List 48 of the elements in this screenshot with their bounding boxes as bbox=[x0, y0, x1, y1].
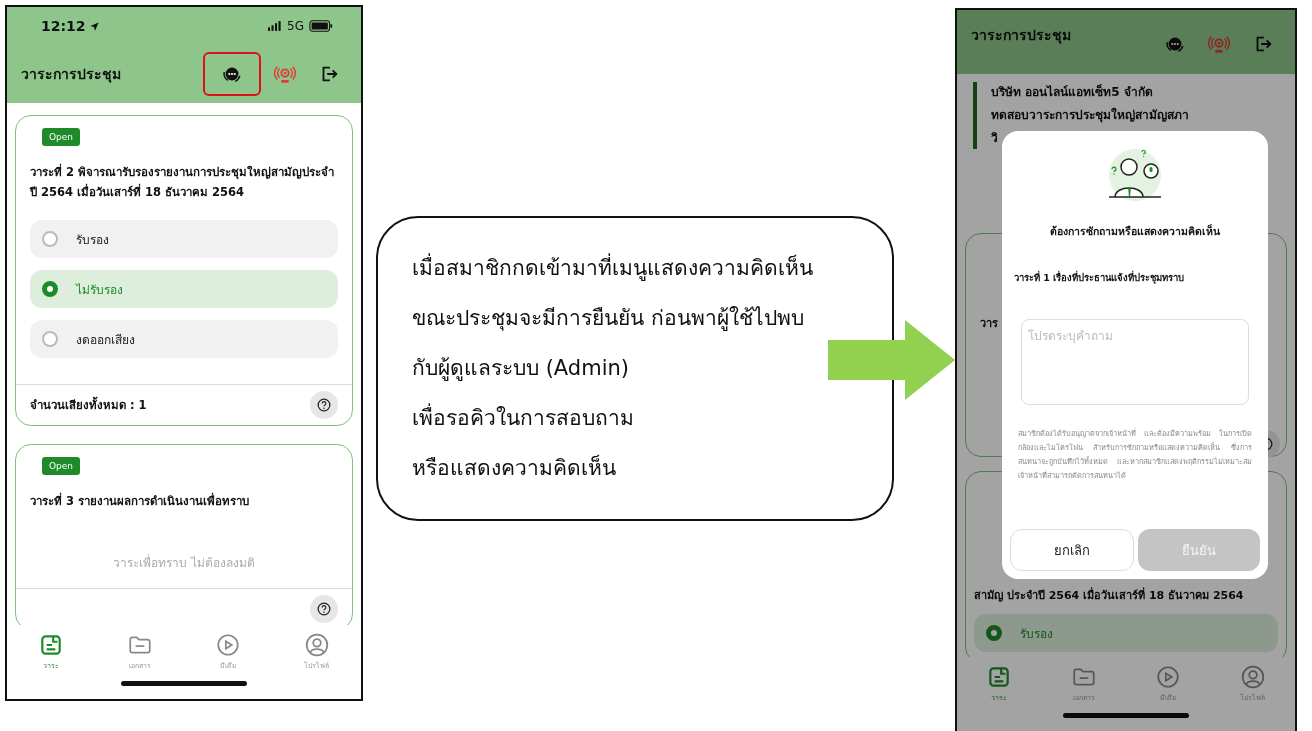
vote-option[interactable]: รับรอง bbox=[974, 614, 1278, 652]
option-label: รับรอง bbox=[76, 231, 109, 249]
highlighted-chat-button[interactable] bbox=[203, 52, 261, 96]
network-label: 5G bbox=[287, 19, 304, 33]
status-badge: Open bbox=[42, 128, 81, 146]
radio-button[interactable] bbox=[986, 625, 1002, 641]
cancel-button[interactable]: ยกเลิก bbox=[1010, 529, 1134, 571]
battery-icon bbox=[309, 20, 333, 32]
screen-title: วาระการประชุม bbox=[971, 26, 1071, 46]
agenda-title: วาร bbox=[980, 316, 998, 332]
option-label: รับรอง bbox=[1020, 625, 1053, 643]
screen-title: วาระการประชุม bbox=[21, 65, 121, 85]
agenda-note: วาระเพื่อทราบ ไม่ต้องลงมติ bbox=[112, 553, 256, 572]
help-button[interactable] bbox=[310, 595, 338, 623]
callout-text: ขณะประชุมจะมีการยืนยัน ก่อนพาผู้ใช้ไปพบ bbox=[412, 305, 805, 333]
vote-option[interactable]: ไม่รับรอง bbox=[30, 270, 338, 308]
user-avatar-icon bbox=[1239, 663, 1266, 690]
signal-icon bbox=[268, 21, 283, 31]
dialog-title: ต้องการซักถามหรือแสดงความคิดเห็น bbox=[1050, 223, 1220, 239]
help-button[interactable] bbox=[310, 391, 338, 419]
agenda-title: วาระที่ 2 พิจารณารับรองรายงานการประชุมใหญ่สามัญประจำปี 2564 เมื่อวันเสาร์ที่ 18 ธันวาคม 2564 bbox=[30, 162, 335, 201]
option-label: ไม่รับรอง bbox=[76, 281, 123, 299]
status-badge: Open bbox=[42, 457, 81, 475]
user-avatar-icon bbox=[303, 631, 330, 658]
company-text: ทดสอบวาระการประชุมใหญ่สามัญสภา bbox=[991, 106, 1190, 125]
vote-option[interactable]: งดออกเสียง bbox=[30, 320, 338, 358]
play-circle-icon bbox=[1155, 663, 1182, 690]
agenda-title: วาระที่ 3 รายงานผลการดำเนินงานเพื่อทราบ bbox=[30, 491, 250, 510]
agenda-title: วาระที่ 1 เรื่องที่ประธานแจ้งที่ประชุมทราบ bbox=[1014, 270, 1185, 285]
callout-text: เพื่อรอคิวในการสอบถาม bbox=[412, 398, 892, 438]
company-text: บริษัท ออนไลน์แอทเซ็ท5 จำกัด bbox=[991, 83, 1154, 101]
company-text: วิ bbox=[991, 130, 999, 147]
agenda-title: สามัญ ประจำปี 2564 เมื่อวันเสาร์ที่ 18 ธันวาคม 2564 bbox=[974, 586, 1245, 604]
play-circle-icon bbox=[215, 631, 242, 658]
option-label: งดออกเสียง bbox=[76, 331, 135, 349]
right-arrow-icon bbox=[828, 320, 955, 400]
callout-text: เมื่อสมาชิกกดเข้ามาที่เมนูแสดงความคิดเห็น bbox=[412, 248, 892, 288]
live-broadcast-icon bbox=[1208, 33, 1230, 55]
radio-button[interactable] bbox=[42, 281, 58, 297]
radio-button[interactable] bbox=[42, 331, 58, 347]
vote-option[interactable]: รับรอง bbox=[30, 220, 338, 258]
callout-text: กับผู้ดูแลระบบ (Admin) bbox=[412, 355, 630, 383]
clock-time: 12:12 bbox=[41, 18, 86, 34]
vote-total: จำนวนเสียงทั้งหมด : 1 bbox=[30, 396, 147, 414]
live-broadcast-icon bbox=[274, 63, 296, 85]
callout-text: หรือแสดงความคิดเห็น bbox=[412, 453, 617, 482]
question-input[interactable]: โปรดระบุคำถาม bbox=[1021, 319, 1249, 405]
radio-button[interactable] bbox=[42, 231, 58, 247]
